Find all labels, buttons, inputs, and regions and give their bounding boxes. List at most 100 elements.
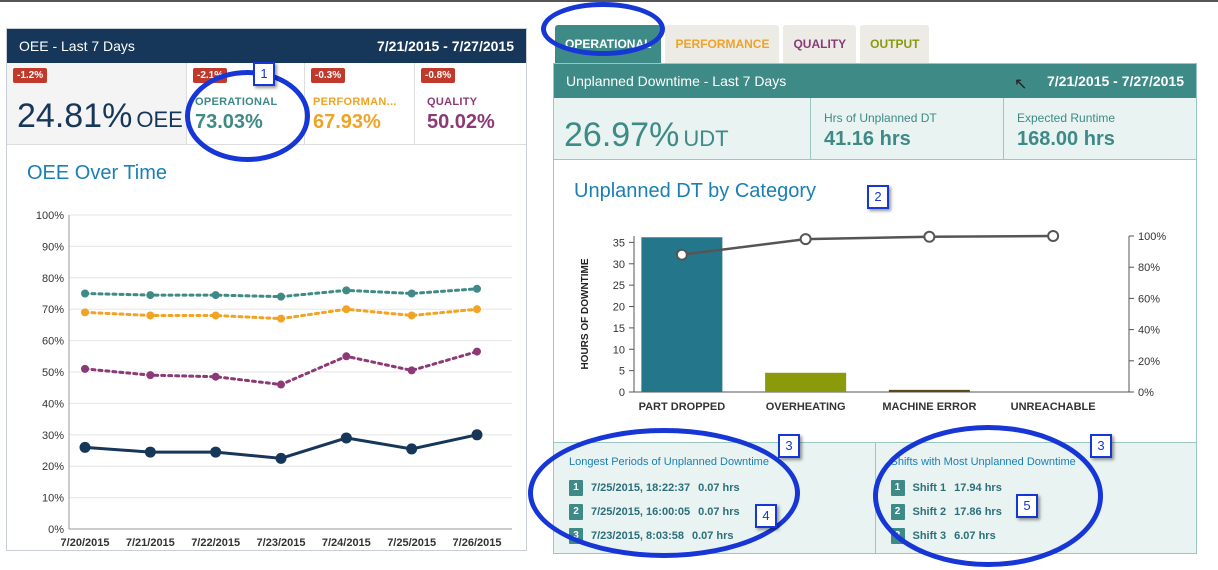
mouse-cursor-icon: ↖	[1014, 76, 1028, 93]
shifts-list: 1 Shift 1 17.94 hrs 2 Shift 2 17.86 hrs 3 Shi…	[890, 476, 1002, 548]
downtime-date-range: 7/21/2015 - 7/27/2015	[1046, 73, 1184, 89]
y-tick-label: 40%	[42, 398, 64, 410]
data-point	[473, 305, 481, 314]
downtime-panel-title: Unplanned Downtime - Last 7 Days	[566, 73, 787, 89]
data-point	[211, 311, 220, 320]
oee-chart-title: OEE Over Time	[27, 162, 168, 184]
data-point	[342, 352, 351, 361]
data-point	[342, 305, 351, 314]
tab-bar: OPERATIONAL PERFORMANCE QUALITY OUTPUT	[555, 25, 930, 63]
cumulative-point	[799, 233, 812, 246]
annotation-callout-4: 4	[755, 504, 777, 528]
rank-badge: 2	[890, 504, 905, 520]
period-time: 7/25/2015, 18:22:37	[591, 482, 691, 494]
y-tick-label: 30	[613, 259, 625, 271]
data-point	[473, 284, 481, 293]
y-tick-label: 0	[619, 387, 625, 399]
data-point	[144, 446, 156, 458]
udt-value: 26.97%	[564, 116, 680, 154]
data-point	[277, 292, 285, 301]
data-point	[81, 289, 89, 298]
rank-badge: 2	[569, 504, 583, 520]
x-tick-label: 7/26/2015	[453, 537, 502, 549]
bar	[765, 372, 847, 392]
tab-operational[interactable]: OPERATIONAL	[555, 25, 662, 63]
downtime-panel-header: Unplanned Downtime - Last 7 Days 7/21/20…	[554, 64, 1196, 98]
operational-value: 73.03%	[195, 111, 263, 133]
annotation-callout-3b: 3	[1090, 434, 1112, 458]
shift-name: Shift 3	[912, 530, 947, 542]
shifts-title: Shifts with Most Unplanned Downtime	[890, 456, 1076, 468]
quality-kpi[interactable]: -0.8% QUALITY 50.02%	[415, 63, 526, 144]
x-tick-label: MACHINE ERROR	[882, 401, 976, 413]
y-tick-label: 5	[619, 366, 625, 378]
operational-change-badge: -2.1%	[193, 68, 228, 83]
list-item[interactable]: 1 7/25/2015, 18:22:37 0.07 hrs	[569, 476, 740, 500]
tab-quality[interactable]: QUALITY	[783, 25, 857, 63]
shift-name: Shift 2	[912, 506, 947, 518]
list-item[interactable]: 3 Shift 3 6.07 hrs	[890, 524, 1002, 548]
y-axis-title: HOURS OF DOWNTIME	[580, 258, 591, 369]
shift-duration: 6.07 hrs	[954, 530, 996, 542]
annotation-callout-1: 1	[253, 62, 275, 86]
hrs-unplanned-label: Hrs of Unplanned DT	[824, 111, 937, 125]
x-tick-label: UNREACHABLE	[1011, 401, 1096, 413]
list-item[interactable]: 2 Shift 2 17.86 hrs	[890, 500, 1002, 524]
rank-badge: 1	[569, 480, 583, 496]
data-point	[275, 452, 287, 464]
downtime-kpi-row: 26.97% UDT Hrs of Unplanned DT 41.16 hrs …	[554, 98, 1196, 160]
period-duration: 0.07 hrs	[691, 530, 734, 542]
expected-runtime-kpi: Expected Runtime 168.00 hrs	[1004, 98, 1196, 159]
x-tick-label: 7/25/2015	[387, 537, 436, 549]
operational-label: OPERATIONAL	[195, 96, 278, 108]
udt-value-block: 26.97% UDT	[564, 116, 729, 155]
performance-value: 67.93%	[313, 111, 381, 133]
performance-label: PERFORMAN...	[313, 96, 397, 108]
list-item[interactable]: 3 7/23/2015, 8:03:58 0.07 hrs	[569, 524, 740, 548]
performance-kpi[interactable]: -0.3% PERFORMAN... 67.93%	[305, 63, 415, 144]
y-tick-label: 0%	[48, 524, 64, 536]
y-tick-label: 10%	[42, 493, 64, 505]
annotation-callout-2: 2	[867, 185, 889, 209]
udt-unit: UDT	[683, 126, 729, 151]
data-point	[407, 366, 416, 375]
annotation-callout-5: 5	[1016, 494, 1038, 518]
tab-output[interactable]: OUTPUT	[860, 25, 930, 63]
cumulative-point	[675, 248, 688, 261]
y2-tick-label: 100%	[1138, 231, 1166, 243]
data-point	[277, 314, 285, 323]
data-point	[81, 308, 89, 317]
longest-periods-list: 1 7/25/2015, 18:22:37 0.07 hrs 2 7/25/2015,…	[569, 476, 740, 548]
y-tick-label: 50%	[42, 367, 64, 379]
oee-value: 24.81%	[17, 97, 133, 135]
oee-panel-title: OEE - Last 7 Days	[19, 38, 135, 54]
data-point	[146, 291, 155, 300]
hrs-unplanned-value: 41.16 hrs	[824, 128, 911, 150]
y-tick-label: 90%	[42, 241, 64, 253]
y-tick-label: 100%	[36, 210, 64, 222]
list-item[interactable]: 1 Shift 1 17.94 hrs	[890, 476, 1002, 500]
data-point	[146, 311, 155, 320]
data-point	[471, 429, 483, 441]
quality-change-badge: -0.8%	[421, 68, 456, 83]
y-tick-label: 70%	[42, 304, 64, 316]
y2-tick-label: 80%	[1138, 262, 1160, 274]
y-tick-label: 20%	[42, 461, 64, 473]
y2-tick-label: 40%	[1138, 325, 1160, 337]
period-duration: 0.07 hrs	[698, 506, 740, 518]
longest-periods-section: Longest Periods of Unplanned Downtime 17…	[554, 443, 876, 553]
tab-performance[interactable]: PERFORMANCE	[665, 25, 780, 63]
period-time: 7/23/2015, 8:03:58	[591, 530, 684, 542]
data-point	[79, 441, 91, 453]
x-tick-label: 7/23/2015	[257, 537, 306, 549]
operational-kpi[interactable]: -2.1% OPERATIONAL 73.03%	[187, 63, 305, 144]
performance-change-badge: -0.3%	[311, 68, 346, 83]
quality-label: QUALITY	[427, 96, 478, 108]
period-duration: 0.07 hrs	[698, 482, 740, 494]
list-item[interactable]: 2 7/25/2015, 16:00:05 0.07 hrs	[569, 500, 740, 524]
y2-tick-label: 20%	[1138, 356, 1160, 368]
udt-kpi: 26.97% UDT	[554, 98, 811, 159]
cumulative-line	[681, 234, 1054, 256]
rank-badge: 3	[569, 528, 583, 544]
oee-panel-header: OEE - Last 7 Days 7/21/2015 - 7/27/2015	[7, 29, 526, 63]
